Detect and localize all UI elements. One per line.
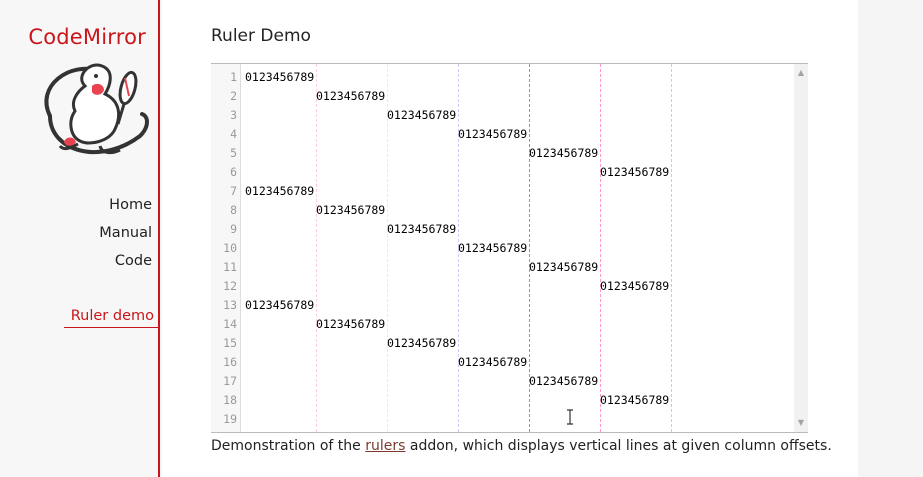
code-line[interactable]: 0123456789 xyxy=(600,391,669,410)
line-number: 11 xyxy=(223,260,237,274)
code-line[interactable]: 0123456789 xyxy=(387,220,456,239)
nav-home-link[interactable]: Home xyxy=(109,197,152,213)
code-line[interactable]: 0123456789 xyxy=(245,68,314,87)
rulers-link[interactable]: rulers xyxy=(365,438,405,454)
description-text-before: Demonstration of the xyxy=(211,438,366,454)
ruler-line xyxy=(600,64,601,432)
code-line[interactable]: 0123456789 xyxy=(387,106,456,125)
line-number: 10 xyxy=(223,241,237,255)
vertical-scrollbar[interactable]: ▲ ▼ xyxy=(794,64,808,432)
line-number: 14 xyxy=(223,317,237,331)
code-line[interactable]: 0123456789 xyxy=(316,315,385,334)
ruler-line xyxy=(316,64,317,432)
description-text-after: addon, which displays vertical lines at … xyxy=(405,438,832,454)
line-number: 13 xyxy=(223,298,237,312)
line-number-gutter: 1 2 3 4 5 6 7 8 9 10 11 12 13 14 15 16 17 18 19 xyxy=(211,64,241,432)
code-line[interactable]: 0123456789 xyxy=(458,125,527,144)
code-line[interactable]: 0123456789 xyxy=(529,258,598,277)
nav-current-ruler-demo[interactable]: Ruler demo xyxy=(64,308,160,328)
line-number: 12 xyxy=(223,279,237,293)
line-number: 16 xyxy=(223,355,237,369)
line-number: 17 xyxy=(223,374,237,388)
description: Demonstration of the rulers addon, which… xyxy=(211,438,851,454)
line-number: 7 xyxy=(230,184,237,198)
line-number: 4 xyxy=(230,127,237,141)
line-number: 1 xyxy=(230,70,237,84)
nav-manual-link[interactable]: Manual xyxy=(99,225,152,241)
main-content: Ruler Demo 1 2 3 4 5 6 7 8 9 10 11 12 13 14 15 16 17 18 19… xyxy=(162,0,858,477)
line-number: 8 xyxy=(230,203,237,217)
code-line[interactable]: 0123456789 xyxy=(245,182,314,201)
line-number: 3 xyxy=(230,108,237,122)
codemirror-monkey-logo-icon[interactable] xyxy=(30,56,152,166)
code-line[interactable]: 0123456789 xyxy=(458,239,527,258)
code-line[interactable]: 0123456789 xyxy=(316,87,385,106)
logo-text[interactable]: CodeMirror xyxy=(28,25,146,49)
scroll-up-arrow-icon[interactable]: ▲ xyxy=(794,66,808,80)
line-number: 19 xyxy=(223,412,237,426)
code-line[interactable]: 0123456789 xyxy=(600,163,669,182)
line-number: 2 xyxy=(230,89,237,103)
line-number: 9 xyxy=(230,222,237,236)
line-number: 5 xyxy=(230,146,237,160)
line-number: 18 xyxy=(223,393,237,407)
page-title: Ruler Demo xyxy=(211,26,311,46)
text-cursor-ibeam-icon xyxy=(567,409,573,425)
code-line[interactable]: 0123456789 xyxy=(529,144,598,163)
code-line[interactable]: 0123456789 xyxy=(529,372,598,391)
code-line[interactable]: 0123456789 xyxy=(316,201,385,220)
code-editor[interactable]: 1 2 3 4 5 6 7 8 9 10 11 12 13 14 15 16 17 18 19 0123456789… xyxy=(211,63,808,433)
sidebar: CodeMirror Home Manual Code Ruler demo xyxy=(0,0,160,477)
code-line[interactable]: 0123456789 xyxy=(458,353,527,372)
nav-code-link[interactable]: Code xyxy=(115,253,152,269)
code-line[interactable]: 0123456789 xyxy=(387,334,456,353)
code-area[interactable]: 0123456789 0123456789 0123456789 0123456789… xyxy=(242,64,794,432)
code-line[interactable]: 0123456789 xyxy=(245,296,314,315)
code-line[interactable]: 0123456789 xyxy=(600,277,669,296)
line-number: 15 xyxy=(223,336,237,350)
line-number: 6 xyxy=(230,165,237,179)
ruler-line xyxy=(671,64,672,432)
scroll-down-arrow-icon[interactable]: ▼ xyxy=(794,416,808,430)
